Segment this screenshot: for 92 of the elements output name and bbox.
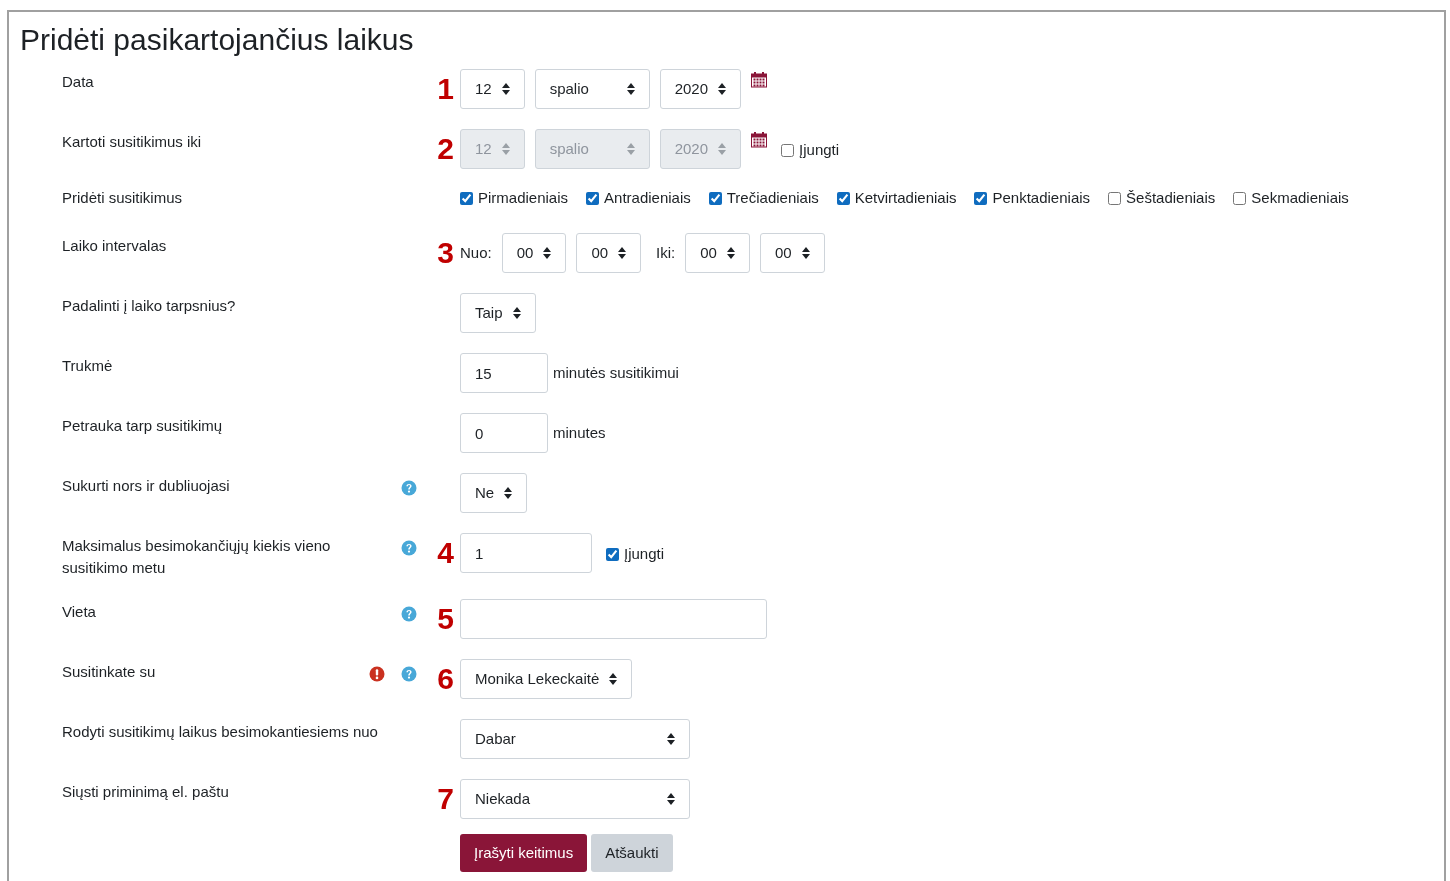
field-label: Susitinkate su <box>62 662 157 682</box>
annotation-number: 4 <box>437 535 454 571</box>
dropdown[interactable]: 00 <box>759 233 825 273</box>
caret-icon <box>801 247 810 259</box>
dropdown[interactable]: 12 <box>460 69 525 109</box>
dropdown[interactable]: Dabar <box>460 719 690 759</box>
checkbox-label: Šeštadieniais <box>1126 187 1216 208</box>
input-field[interactable]: 0 <box>460 413 548 453</box>
annotation-number: 7 <box>437 781 454 817</box>
checkbox[interactable]: Antradieniais <box>586 186 691 210</box>
caret-icon <box>609 673 618 685</box>
caret-icon <box>618 247 627 259</box>
help-icon <box>401 606 417 622</box>
dropdown[interactable]: Monika Lekeckaitė <box>460 659 633 699</box>
button[interactable]: Įrašyti keitimus <box>460 834 588 872</box>
annotation-number: 2 <box>437 131 454 167</box>
button[interactable]: Atšaukti <box>591 834 673 872</box>
help-icon <box>401 480 417 496</box>
field-label: Petrauka tarp susitikimų <box>62 416 224 436</box>
checkbox-label: Trečiadieniais <box>726 187 819 208</box>
dropdown[interactable]: spalio <box>534 69 650 109</box>
help-icon <box>401 540 417 556</box>
caret-icon <box>501 83 510 95</box>
field-label: Kartoti susitikimus iki <box>62 132 203 152</box>
checkbox[interactable]: Įjungti <box>606 542 665 566</box>
checkbox-input[interactable] <box>460 191 473 205</box>
checkbox-input[interactable] <box>708 191 722 205</box>
field-label: Pridėti susitikimus <box>62 188 184 208</box>
error-icon <box>369 666 385 682</box>
checkbox[interactable]: Įjungti <box>781 138 840 162</box>
dropdown[interactable]: Taip <box>460 293 536 333</box>
field-label: Sukurti nors ir dubliuojasi <box>62 476 231 496</box>
checkbox-input[interactable] <box>586 191 600 205</box>
dropdown[interactable]: Niekada <box>460 779 690 819</box>
field-text: Iki: <box>656 242 676 263</box>
checkbox-label: Įjungti <box>624 543 665 564</box>
field-label: Data <box>62 72 95 92</box>
caret-icon <box>667 733 675 745</box>
field-text: minutes <box>553 422 606 443</box>
annotation-number: 6 <box>437 661 454 697</box>
calendar-icon <box>751 132 768 148</box>
caret-icon <box>718 143 727 155</box>
field-label: Siųsti priminimą el. paštu <box>62 782 230 802</box>
checkbox-input[interactable] <box>606 547 619 561</box>
checkbox-input[interactable] <box>1233 191 1247 205</box>
field-label: Vieta <box>62 602 97 622</box>
caret-icon <box>718 83 727 95</box>
checkbox-input[interactable] <box>836 191 850 205</box>
field-text: Nuo: <box>460 242 492 263</box>
field-label: Trukmė <box>62 356 114 376</box>
checkbox-label: Ketvirtadieniais <box>854 187 957 208</box>
annotation-number: 3 <box>437 235 454 271</box>
field-label: Padalinti į laiko tarpsnius? <box>62 296 237 316</box>
field-label: Maksimalus besimokančiųjų kiekis vieno susitikimo metu <box>62 536 332 578</box>
input-field[interactable] <box>460 599 767 639</box>
calendar-icon <box>751 72 768 88</box>
checkbox-input[interactable] <box>781 143 795 157</box>
dropdown[interactable]: 00 <box>501 233 567 273</box>
form-title: Pridėti pasikartojančius laikus <box>20 22 414 58</box>
checkbox-label: Sekmadieniais <box>1251 187 1349 208</box>
checkbox[interactable]: Sekmadieniais <box>1233 186 1349 210</box>
caret-icon <box>512 307 521 319</box>
caret-icon <box>504 487 513 499</box>
checkbox-label: Penktadieniais <box>992 187 1091 208</box>
caret-icon <box>626 83 635 95</box>
input-field[interactable]: 1 <box>460 533 592 573</box>
dropdown[interactable]: 2020 <box>659 69 742 109</box>
field-label: Rodyti susitikimų laikus besimokantiesiems nuo <box>62 722 379 742</box>
help-icon <box>401 666 417 682</box>
checkbox-input[interactable] <box>1108 191 1122 205</box>
annotation-number: 1 <box>437 71 454 107</box>
input-field[interactable]: 15 <box>460 353 548 393</box>
caret-icon <box>501 143 510 155</box>
checkbox[interactable]: Pirmadieniais <box>460 186 569 210</box>
dropdown[interactable]: 00 <box>685 233 750 273</box>
checkbox[interactable]: Trečiadieniais <box>708 186 819 210</box>
checkbox-label: Antradieniais <box>604 187 691 208</box>
caret-icon <box>626 143 635 155</box>
checkbox[interactable]: Šeštadieniais <box>1108 186 1216 210</box>
field-text: minutės susitikimui <box>553 362 679 383</box>
dropdown[interactable]: 00 <box>576 233 642 273</box>
checkbox[interactable]: Ketvirtadieniais <box>836 186 957 210</box>
annotation-number: 5 <box>437 601 454 637</box>
caret-icon <box>543 247 552 259</box>
dropdown[interactable]: Ne <box>460 473 528 513</box>
checkbox[interactable]: Penktadieniais <box>974 186 1091 210</box>
checkbox-input[interactable] <box>974 191 988 205</box>
field-label: Laiko intervalas <box>62 236 168 256</box>
caret-icon <box>667 793 675 805</box>
checkbox-label: Įjungti <box>799 139 840 160</box>
checkbox-label: Pirmadieniais <box>478 187 569 208</box>
caret-icon <box>726 247 735 259</box>
